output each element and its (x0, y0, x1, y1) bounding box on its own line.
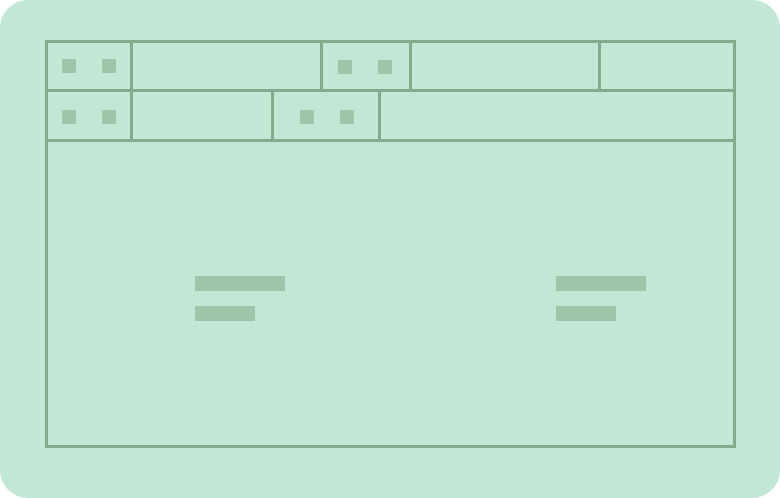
placeholder-text-line (195, 276, 285, 291)
placeholder-square-icon (338, 60, 352, 74)
row1-field-3[interactable] (601, 43, 733, 89)
row2-icon-cell-1[interactable] (48, 92, 130, 139)
row1-field-2[interactable] (412, 43, 598, 89)
wireframe-card (0, 0, 780, 498)
row1-icon-cell-2[interactable] (323, 43, 409, 89)
placeholder-square-icon (340, 110, 354, 124)
placeholder-square-icon (62, 59, 76, 73)
placeholder-text-line (556, 276, 646, 291)
placeholder-square-icon (102, 59, 116, 73)
placeholder-square-icon (378, 60, 392, 74)
row1-field-1[interactable] (133, 43, 320, 89)
row2-field-1[interactable] (133, 92, 271, 139)
row2-icon-cell-2[interactable] (274, 92, 378, 139)
placeholder-square-icon (300, 110, 314, 124)
row2-field-2[interactable] (381, 92, 733, 139)
placeholder-square-icon (102, 110, 116, 124)
content-area (48, 142, 733, 445)
row1-icon-cell-1[interactable] (48, 43, 130, 89)
placeholder-text-line (195, 306, 255, 321)
placeholder-square-icon (62, 110, 76, 124)
placeholder-text-line (556, 306, 616, 321)
